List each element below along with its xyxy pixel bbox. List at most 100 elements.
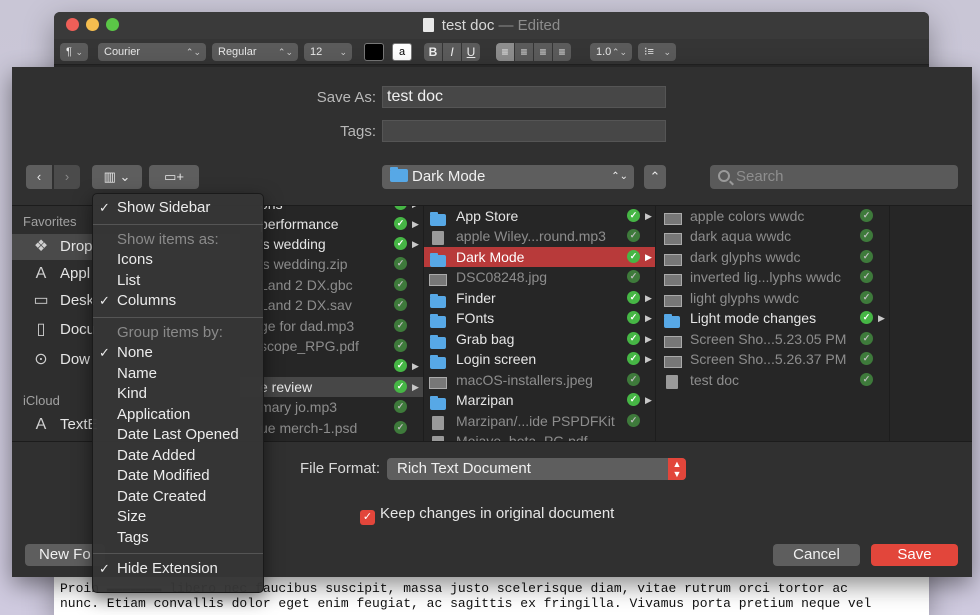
disclosure-arrow-icon: ▶ — [645, 313, 652, 323]
underline-button[interactable]: U — [462, 43, 480, 61]
list-item-selected[interactable]: Dark Mode ✓ ▶ — [424, 247, 655, 267]
list-item[interactable]: mary jo.mp3 ✓ — [240, 397, 423, 417]
disclosure-arrow-icon: ▶ — [412, 206, 419, 214]
menu-item-group-date-created[interactable]: Date Created — [93, 487, 263, 508]
list-item[interactable]: Screen Sho...5.26.37 PM ✓ — [656, 349, 889, 369]
justify-button[interactable]: ≡ — [553, 43, 571, 61]
list-item[interactable]: ✓ ▶ — [240, 356, 423, 376]
disclosure-arrow-icon: ▶ — [878, 313, 885, 323]
list-item[interactable]: test doc ✓ — [656, 370, 889, 390]
list-item[interactable]: App Store ✓ ▶ — [424, 206, 655, 226]
tags-field[interactable] — [382, 120, 666, 142]
list-item[interactable]: Login screen ✓ ▶ — [424, 349, 655, 369]
list-item[interactable]: apple colors wwdc ✓ — [656, 206, 889, 226]
list-item[interactable]: dark glyphs wwdc ✓ — [656, 247, 889, 267]
menu-item-group-none[interactable]: ✓ None — [93, 343, 263, 364]
text-color-swatch[interactable] — [364, 43, 384, 61]
menu-item-group-date-added[interactable]: Date Added — [93, 446, 263, 467]
green-tag-icon: ✓ — [627, 414, 640, 427]
menu-item-columns[interactable]: ✓ Columns — [93, 291, 263, 312]
font-size-combo[interactable]: 12 ⌄ — [304, 43, 352, 61]
disclosure-arrow-icon: ▶ — [645, 293, 652, 303]
list-item[interactable]: DSC08248.jpg ✓ — [424, 267, 655, 287]
browser-column-1: ons✓▶ performance✓▶ 's wedding✓▶ 's wedd… — [240, 206, 424, 441]
cancel-button[interactable]: Cancel — [773, 544, 860, 566]
menu-item-group-application[interactable]: Application — [93, 405, 263, 426]
disclosure-arrow-icon: ▶ — [645, 395, 652, 405]
list-item[interactable]: macOS-installers.jpeg ✓ — [424, 370, 655, 390]
file-format-popup[interactable]: Rich Text Document ▲ ▼ — [387, 458, 686, 480]
menu-item-show-sidebar[interactable]: ✓ Show Sidebar — [93, 198, 263, 219]
save-button[interactable]: Save — [871, 544, 958, 566]
font-family-popup[interactable]: Courier ⌃⌄ — [98, 43, 206, 61]
line-spacing-popup[interactable]: 1.0 ⌃⌄ — [590, 43, 632, 61]
menu-item-group-date-last-opened[interactable]: Date Last Opened — [93, 425, 263, 446]
align-center-button[interactable]: ≡ — [515, 43, 533, 61]
paragraph-style-popup[interactable]: ¶ ⌄ — [60, 43, 88, 61]
location-popup[interactable]: Dark Mode ⌃⌄ — [382, 165, 634, 189]
list-item[interactable]: ons✓▶ — [240, 206, 423, 214]
list-item[interactable]: Land 2 DX.gbc ✓ — [240, 275, 423, 295]
desktop-icon: ▭ — [33, 292, 49, 309]
back-button[interactable]: ‹ — [26, 165, 52, 189]
list-item[interactable]: Screen Sho...5.23.05 PM ✓ — [656, 329, 889, 349]
menu-item-icons[interactable]: Icons — [93, 250, 263, 271]
list-item[interactable]: Light mode changes ✓ ▶ — [656, 308, 889, 328]
italic-button[interactable]: I — [443, 43, 461, 61]
green-tag-icon: ✓ — [394, 217, 407, 230]
forward-button[interactable]: › — [54, 165, 80, 189]
list-item[interactable]: inverted lig...lyphs wwdc ✓ — [656, 267, 889, 287]
list-item[interactable]: Finder ✓ ▶ — [424, 288, 655, 308]
bold-button[interactable]: B — [424, 43, 442, 61]
list-item[interactable]: scope_RPG.pdf ✓ — [240, 336, 423, 356]
image-file-icon — [664, 336, 682, 348]
new-folder-icon-button[interactable]: ▭+ — [149, 165, 199, 189]
background-color-swatch[interactable]: a — [392, 43, 412, 61]
green-tag-icon: ✓ — [394, 400, 407, 413]
image-file-icon — [664, 356, 682, 368]
list-style-popup[interactable]: ⁝≡ ⌄ — [638, 43, 676, 61]
list-item[interactable]: Marzipan ✓ ▶ — [424, 390, 655, 410]
list-item[interactable]: light glyphs wwdc ✓ — [656, 288, 889, 308]
menu-item-group-kind[interactable]: Kind — [93, 384, 263, 405]
align-right-button[interactable]: ≡ — [534, 43, 552, 61]
list-item[interactable]: ue merch-1.psd ✓ — [240, 418, 423, 438]
green-tag-icon: ✓ — [394, 237, 407, 250]
list-item[interactable]: 's wedding.zip ✓ — [240, 254, 423, 274]
list-item[interactable]: performance ✓ ▶ — [240, 214, 423, 234]
documents-icon: ▯ — [36, 321, 46, 338]
new-folder-icon: ▭+ — [164, 169, 184, 184]
view-options-button[interactable]: ▥ ⌄ — [92, 165, 142, 189]
menu-item-list[interactable]: List — [93, 271, 263, 292]
font-style-popup[interactable]: Regular ⌃⌄ — [212, 43, 298, 61]
list-item[interactable]: Mojave_beta_PG.pdf — [424, 431, 655, 441]
menu-item-group-name[interactable]: Name — [93, 364, 263, 385]
updown-chevron-icon: ⌃⌄ — [611, 171, 628, 182]
save-as-field[interactable]: test doc — [382, 86, 666, 108]
list-item[interactable]: 's wedding ✓ ▶ — [240, 234, 423, 254]
file-icon — [666, 375, 678, 389]
tags-label: Tags: — [340, 123, 376, 140]
list-item[interactable]: Land 2 DX.sav ✓ — [240, 295, 423, 315]
menu-item-group-size[interactable]: Size — [93, 507, 263, 528]
list-item[interactable]: ge for dad.mp3 ✓ — [240, 316, 423, 336]
list-item[interactable]: Grab bag ✓ ▶ — [424, 329, 655, 349]
green-tag-icon: ✓ — [860, 332, 873, 345]
checkmark-icon: ✓ — [360, 510, 375, 525]
menu-item-group-tags[interactable]: Tags — [93, 528, 263, 549]
align-left-button[interactable]: ≡ — [496, 43, 514, 61]
list-item[interactable]: FOnts ✓ ▶ — [424, 308, 655, 328]
image-file-icon — [664, 233, 682, 245]
search-icon — [718, 170, 730, 182]
disclosure-arrow-icon: ▶ — [645, 211, 652, 221]
menu-separator — [93, 553, 263, 554]
menu-item-group-date-modified[interactable]: Date Modified — [93, 466, 263, 487]
list-item[interactable]: e review ✓ ▶ — [240, 377, 423, 397]
search-field[interactable]: Search — [710, 165, 958, 189]
keep-changes-checkbox[interactable]: ✓ Keep changes in original document — [360, 505, 614, 525]
list-item[interactable]: apple Wiley...round.mp3 ✓ — [424, 226, 655, 246]
list-item[interactable]: dark aqua wwdc ✓ — [656, 226, 889, 246]
list-item[interactable]: Marzipan/...ide PSPDFKit ✓ — [424, 411, 655, 431]
menu-item-hide-extension[interactable]: ✓ Hide Extension — [93, 559, 263, 580]
expand-collapse-button[interactable]: ⌃ — [644, 165, 666, 189]
